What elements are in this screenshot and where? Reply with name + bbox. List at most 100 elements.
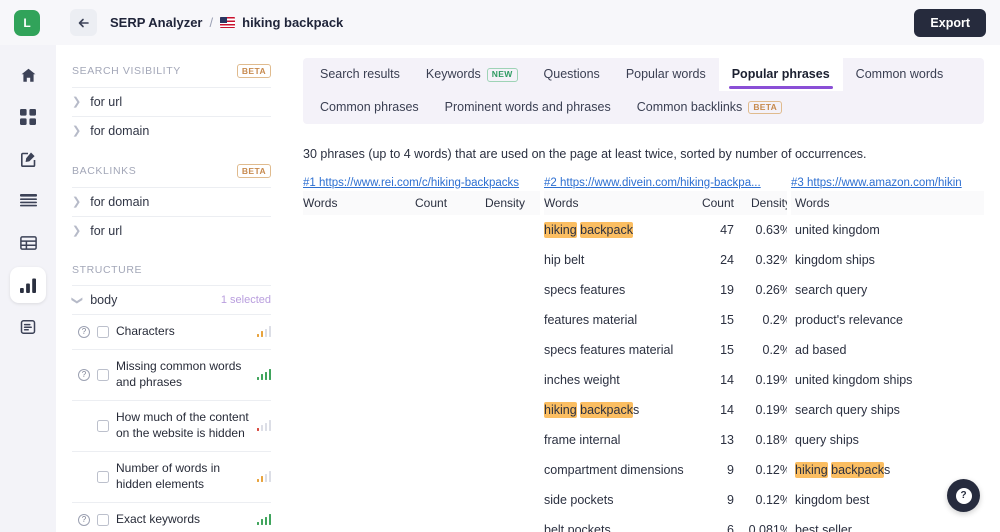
- rail-item-editor[interactable]: [10, 141, 46, 177]
- row-group-3: best seller: [787, 514, 1000, 532]
- tab-label: Keywords: [425, 67, 481, 81]
- url-header-row: #1 https://www.rei.com/c/hiking-backpack…: [303, 176, 984, 191]
- chevron-right-icon: ❯: [72, 224, 82, 237]
- beta-badge: BETA: [236, 164, 271, 178]
- help-question-icon[interactable]: ?: [78, 368, 90, 381]
- tab-prominent-words-and-phrases[interactable]: Prominent words and phrases: [432, 91, 624, 124]
- rail-item-analytics[interactable]: [10, 267, 46, 303]
- app-logo[interactable]: L: [14, 9, 40, 36]
- sidebar-item-backlinks-for-domain[interactable]: ❯ for domain: [72, 187, 271, 216]
- rail-item-dashboard[interactable]: [10, 99, 46, 135]
- count-cell: 47: [720, 222, 734, 237]
- sidebar-item-backlinks-for-url[interactable]: ❯ for url: [72, 216, 271, 245]
- checkbox[interactable]: [97, 325, 109, 338]
- empty-cell: [415, 275, 485, 305]
- density-cell: 0.19%: [755, 402, 791, 417]
- phrase-cell: belt pockets: [544, 522, 611, 532]
- tab-popular-phrases[interactable]: Popular phrases: [718, 58, 843, 91]
- tab-label: Common words: [855, 67, 944, 81]
- help-question-icon[interactable]: ?: [78, 325, 90, 338]
- checkbox[interactable]: [97, 470, 109, 483]
- breadcrumb: SERP Analyzer / hiking backpack: [110, 15, 343, 30]
- structure-check-item[interactable]: Number of words in hidden elements: [72, 450, 271, 502]
- rail-item-lists[interactable]: [10, 183, 46, 219]
- header-group-1: Words Count Density: [303, 191, 540, 215]
- structure-check-item[interactable]: ? Characters: [72, 314, 271, 349]
- tab-popular-words[interactable]: Popular words: [613, 58, 719, 91]
- help-question-icon[interactable]: ?: [78, 513, 90, 526]
- new-badge: NEW: [486, 68, 518, 82]
- result-url-link[interactable]: #2 https://www.divein.com/hiking-backpa.…: [544, 177, 787, 189]
- empty-cell: [415, 455, 485, 485]
- count-cell: 24: [720, 252, 734, 267]
- chevron-right-icon: ❯: [72, 124, 82, 137]
- edit-pen-icon: [20, 151, 37, 168]
- keyword-highlight: backpack: [580, 221, 633, 238]
- table-row: frame internal 13 0.18% query ships: [303, 424, 984, 455]
- tab-common-backlinks[interactable]: Common backlinks BETA: [624, 91, 795, 124]
- header-density[interactable]: Density: [734, 191, 791, 215]
- section-structure-header: STRUCTURE: [72, 245, 271, 285]
- tab-label: Search results: [320, 67, 400, 81]
- empty-cell: [415, 245, 485, 275]
- checkbox[interactable]: [97, 368, 109, 381]
- row-group-1: [303, 425, 540, 455]
- density-cell: 0.32%: [755, 252, 791, 267]
- header-words[interactable]: Words: [544, 191, 686, 215]
- url-column-2: #2 https://www.divein.com/hiking-backpa.…: [540, 176, 787, 191]
- phrase-cell: side pockets: [544, 492, 614, 507]
- header-count[interactable]: Count: [415, 191, 485, 215]
- empty-cell: [303, 485, 415, 515]
- section-title: SEARCH VISIBILITY: [72, 65, 181, 77]
- rail-item-home[interactable]: [10, 57, 46, 93]
- tab-questions[interactable]: Questions: [531, 58, 613, 91]
- checkbox[interactable]: [97, 419, 109, 432]
- count-cell: 6: [727, 522, 734, 532]
- result-url-link[interactable]: #3 https://www.amazon.com/hikin: [791, 177, 1000, 189]
- phrase-cell: features material: [544, 312, 638, 327]
- signal-bars-icon: [256, 369, 271, 381]
- empty-cell: [303, 305, 415, 335]
- density-cell: 0.26%: [755, 282, 791, 297]
- structure-check-item[interactable]: ? Exact keywords: [72, 501, 271, 532]
- signal-bars-icon: [256, 471, 271, 483]
- empty-cell: [485, 275, 540, 305]
- result-url-link[interactable]: #1 https://www.rei.com/c/hiking-backpack…: [303, 177, 540, 189]
- empty-cell: [303, 245, 415, 275]
- tab-keywords[interactable]: Keywords NEW: [413, 58, 531, 91]
- tab-label: Popular words: [625, 67, 706, 81]
- empty-cell: [303, 455, 415, 485]
- bar-chart-icon: [19, 278, 37, 293]
- sidebar-item-label: for url: [90, 224, 123, 238]
- sidebar-item-visibility-for-url[interactable]: ❯ for url: [72, 87, 271, 116]
- tab-label: Common phrases: [320, 99, 419, 114]
- row-group-1: [303, 335, 540, 365]
- row-group-3: search query ships: [787, 394, 1000, 425]
- row-group-2: inches weight 14 0.19%: [540, 364, 791, 395]
- tab-common-phrases[interactable]: Common phrases: [307, 91, 432, 124]
- count-cell: 9: [727, 492, 734, 507]
- structure-check-item[interactable]: ? Missing common words and phrases: [72, 348, 271, 400]
- rail-item-reports[interactable]: [10, 309, 46, 345]
- empty-cell: [303, 395, 415, 425]
- back-button[interactable]: [70, 9, 97, 36]
- header-words[interactable]: Words: [791, 191, 1000, 215]
- export-button[interactable]: Export: [914, 9, 986, 37]
- empty-cell: [485, 485, 540, 515]
- sidebar-item-body[interactable]: ❯ body 1 selected: [71, 285, 271, 314]
- rail-item-table[interactable]: [10, 225, 46, 261]
- header-density[interactable]: Density: [485, 191, 540, 215]
- tab-search-results[interactable]: Search results: [307, 58, 413, 91]
- header-count[interactable]: Count: [686, 191, 734, 215]
- row-group-2: features material 15 0.2%: [540, 304, 791, 335]
- sidebar-item-visibility-for-domain[interactable]: ❯ for domain: [72, 116, 271, 145]
- header-words[interactable]: Words: [303, 191, 415, 215]
- tab-common-words[interactable]: Common words: [843, 58, 957, 91]
- empty-cell: [415, 425, 485, 455]
- checkbox[interactable]: [97, 513, 109, 526]
- structure-check-item[interactable]: How much of the content on the website i…: [72, 399, 271, 451]
- empty-cell: [485, 335, 540, 365]
- breadcrumb-app[interactable]: SERP Analyzer: [110, 15, 203, 30]
- help-button[interactable]: ?: [947, 479, 980, 512]
- check-item-label: Characters: [116, 324, 175, 338]
